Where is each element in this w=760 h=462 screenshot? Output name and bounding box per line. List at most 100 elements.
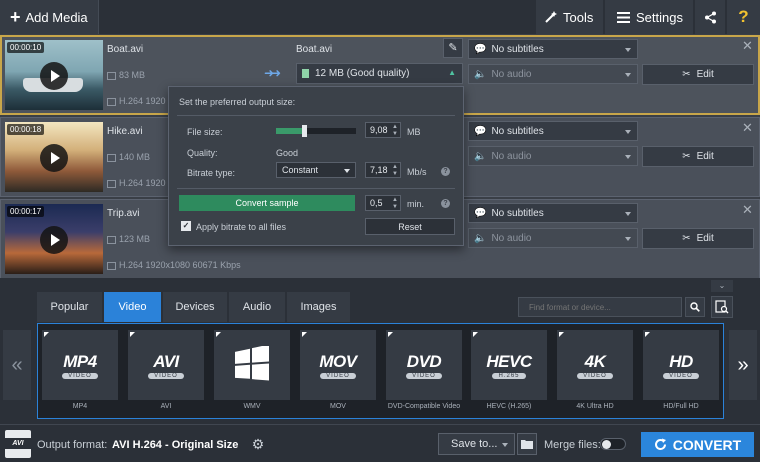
file-size: 123 MB <box>107 234 150 244</box>
divider <box>177 115 455 116</box>
output-file-name[interactable]: Boat.avi <box>296 44 332 55</box>
refresh-icon <box>654 438 666 450</box>
convert-button[interactable]: CONVERT <box>641 432 754 457</box>
format-search-input[interactable] <box>518 297 682 317</box>
help-icon[interactable]: ? <box>441 167 450 176</box>
tab-audio[interactable]: Audio <box>229 292 286 322</box>
open-folder-button[interactable] <box>517 433 537 455</box>
convert-sample-button[interactable]: Convert sample <box>179 195 355 211</box>
bitrate-type-dropdown[interactable]: Constant <box>276 162 356 178</box>
tools-button[interactable]: Tools <box>535 0 603 34</box>
chevron-down-icon <box>502 443 508 447</box>
speaker-icon: 🔈 <box>474 150 487 162</box>
duration-badge: 00:00:17 <box>7 206 45 217</box>
tab-popular[interactable]: Popular <box>37 292 103 322</box>
collapse-chevron-icon[interactable]: ⌄ <box>711 280 733 292</box>
device-detect-button[interactable] <box>711 296 733 318</box>
format-card-mov[interactable]: MOV VIDEO <box>300 330 376 400</box>
file-size-slider[interactable] <box>276 125 356 137</box>
format-card-4k[interactable]: 4K VIDEO <box>557 330 633 400</box>
format-card-mp4[interactable]: MP4 VIDEO <box>42 330 118 400</box>
format-card-wmv[interactable] <box>214 330 290 400</box>
settings-button[interactable]: Settings <box>604 0 693 34</box>
gear-icon[interactable]: ⚙ <box>249 435 267 453</box>
plus-icon: + <box>10 6 21 27</box>
search-button[interactable] <box>685 297 705 317</box>
quality-label: Quality: <box>187 148 218 158</box>
tab-video[interactable]: Video <box>104 292 162 322</box>
scroll-right-icon[interactable]: » <box>729 330 757 400</box>
scroll-left-icon[interactable]: « <box>3 330 31 400</box>
chevron-down-icon <box>625 212 631 216</box>
help-icon[interactable]: ? <box>726 0 760 34</box>
edit-button[interactable]: ✂ Edit <box>642 228 754 249</box>
spinner-arrows-icon[interactable]: ▲ ▼ <box>392 164 398 178</box>
close-icon[interactable]: ✕ <box>742 120 753 136</box>
format-label: MP4 <box>72 403 88 410</box>
arrow-right-icon: ➜➜ <box>264 66 281 80</box>
subtitles-icon: 💬 <box>474 207 487 219</box>
subtitles-dropdown[interactable]: 💬 No subtitles <box>468 203 638 223</box>
play-icon[interactable] <box>40 62 68 90</box>
slider-thumb[interactable] <box>302 125 307 137</box>
scissors-icon: ✂ <box>682 233 691 244</box>
chevron-down-icon <box>625 155 631 159</box>
spinner-arrows-icon[interactable]: ▲ ▼ <box>392 124 398 138</box>
format-label: WMV <box>243 403 261 410</box>
video-thumbnail[interactable]: 00:00:17 <box>5 204 103 274</box>
subtitles-dropdown[interactable]: 💬 No subtitles <box>468 39 638 59</box>
close-icon[interactable]: ✕ <box>742 38 753 54</box>
merge-files-toggle[interactable] <box>600 438 626 450</box>
rename-pencil-icon[interactable]: ✎ <box>443 38 463 58</box>
edit-button[interactable]: ✂ Edit <box>642 146 754 167</box>
format-label: AVI <box>160 403 172 410</box>
format-card-hevc[interactable]: HEVC H.265 <box>471 330 547 400</box>
sample-length-input[interactable]: 0,5 ▲ ▼ <box>365 195 401 211</box>
play-icon[interactable] <box>40 144 68 172</box>
format-card-avi[interactable]: AVI VIDEO <box>128 330 204 400</box>
file-size: 140 MB <box>107 152 150 162</box>
add-media-button[interactable]: + Add Media <box>0 0 99 34</box>
output-size-dropdown[interactable]: 12 MB (Good quality) ▲ <box>296 63 463 84</box>
share-button[interactable] <box>694 0 725 34</box>
format-card-dvd[interactable]: DVD VIDEO <box>386 330 462 400</box>
spinner-arrows-icon[interactable]: ▲ ▼ <box>392 197 398 211</box>
corner-marker <box>645 332 650 337</box>
edit-button[interactable]: ✂ Edit <box>642 64 754 85</box>
file-name: Trip.avi <box>107 208 140 219</box>
chevron-down-icon <box>625 237 631 241</box>
file-size-unit: MB <box>407 127 421 137</box>
file-size-label: File size: <box>187 127 223 137</box>
bitrate-input[interactable]: 7,18 ▲ ▼ <box>365 162 401 178</box>
share-icon <box>704 11 716 23</box>
output-format-file-icon: AVI <box>5 430 31 458</box>
reset-button[interactable]: Reset <box>365 218 455 235</box>
chevron-down-icon <box>625 130 631 134</box>
play-icon[interactable] <box>40 226 68 254</box>
help-icon[interactable]: ? <box>441 199 450 208</box>
file-size-input[interactable]: 9,08 ▲ ▼ <box>365 122 401 138</box>
chevron-down-icon <box>625 73 631 77</box>
save-to-dropdown[interactable]: Save to... <box>438 433 515 455</box>
format-label: MOV <box>330 403 346 410</box>
duration-badge: 00:00:10 <box>7 42 45 53</box>
output-format-value[interactable]: AVI H.264 - Original Size <box>112 439 238 451</box>
tab-images[interactable]: Images <box>287 292 351 322</box>
video-thumbnail[interactable]: 00:00:18 <box>5 122 103 192</box>
folder-icon <box>107 71 116 80</box>
film-icon <box>107 261 116 270</box>
corner-marker <box>388 332 393 337</box>
close-icon[interactable]: ✕ <box>742 202 753 218</box>
video-thumbnail[interactable]: 00:00:10 <box>5 40 103 110</box>
audio-dropdown[interactable]: 🔈 No audio <box>468 64 638 84</box>
apply-all-checkbox[interactable]: ✓ <box>181 221 191 231</box>
audio-dropdown[interactable]: 🔈 No audio <box>468 228 638 248</box>
codec-info: H.264 1920 <box>107 178 166 188</box>
subtitles-dropdown[interactable]: 💬 No subtitles <box>468 121 638 141</box>
file-name: Boat.avi <box>107 44 144 55</box>
corner-marker <box>559 332 564 337</box>
tab-devices[interactable]: Devices <box>163 292 228 322</box>
format-label: HD/Full HD <box>663 403 699 410</box>
audio-dropdown[interactable]: 🔈 No audio <box>468 146 638 166</box>
format-card-hd[interactable]: HD VIDEO <box>643 330 719 400</box>
